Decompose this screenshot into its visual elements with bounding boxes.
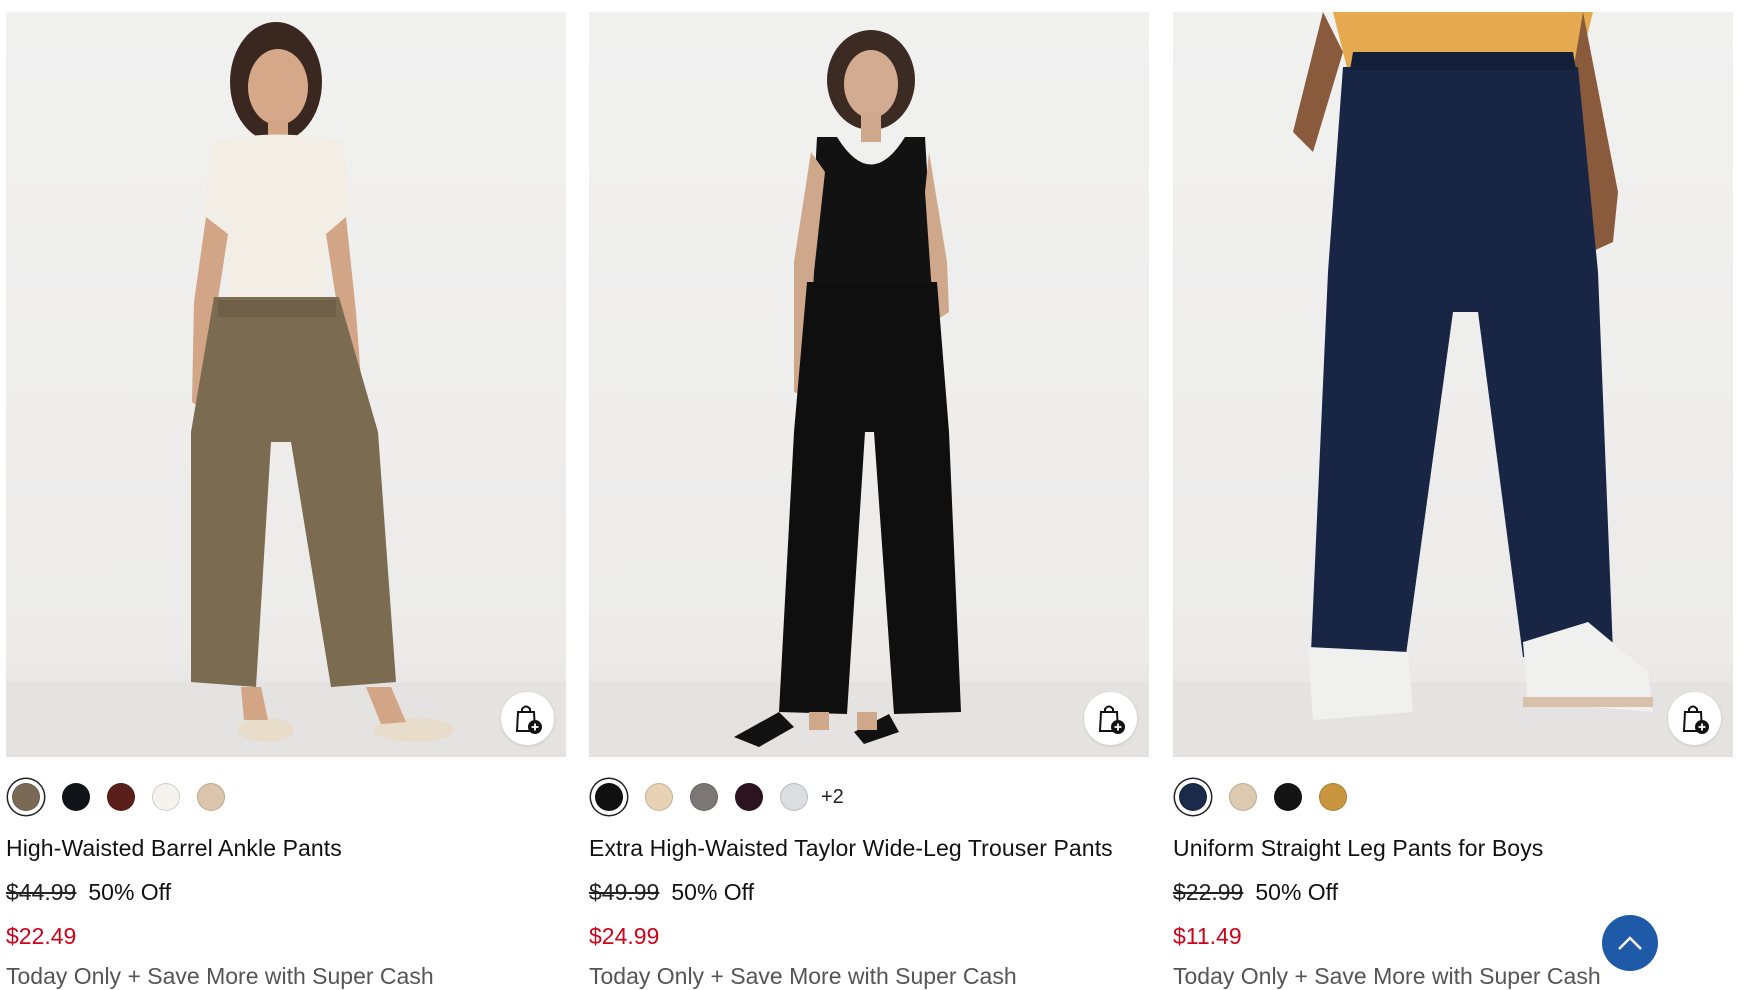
color-swatch[interactable] bbox=[1229, 783, 1257, 811]
color-swatches bbox=[1173, 777, 1733, 817]
chevron-up-icon bbox=[1618, 936, 1642, 950]
color-swatch[interactable] bbox=[62, 783, 90, 811]
original-price: $44.99 bbox=[6, 879, 77, 905]
add-to-bag-button[interactable] bbox=[1668, 692, 1721, 745]
color-swatches: +2 bbox=[589, 777, 1149, 817]
price-row: $44.99 50% Off bbox=[6, 879, 566, 906]
product-grid: High-Waisted Barrel Ankle Pants $44.99 5… bbox=[0, 0, 1742, 990]
product-name[interactable]: High-Waisted Barrel Ankle Pants bbox=[6, 835, 566, 862]
color-swatch[interactable] bbox=[690, 783, 718, 811]
product-name[interactable]: Extra High-Waisted Taylor Wide-Leg Trous… bbox=[589, 835, 1149, 862]
promo-text: Today Only + Save More with Super Cash bbox=[6, 963, 434, 989]
product-card[interactable]: +2 Extra High-Waisted Taylor Wide-Leg Tr… bbox=[589, 12, 1149, 990]
color-swatch[interactable] bbox=[1274, 783, 1302, 811]
model-figure bbox=[734, 30, 961, 747]
product-card[interactable]: High-Waisted Barrel Ankle Pants $44.99 5… bbox=[6, 12, 566, 990]
price-row: $22.99 50% Off bbox=[1173, 879, 1733, 906]
model-figure bbox=[1293, 12, 1653, 720]
color-swatches bbox=[6, 777, 566, 817]
original-price: $49.99 bbox=[589, 879, 660, 905]
discount-label: 50% Off bbox=[88, 879, 172, 905]
more-colors-count[interactable]: +2 bbox=[821, 786, 844, 809]
color-swatch[interactable] bbox=[1179, 783, 1207, 811]
color-swatch[interactable] bbox=[197, 783, 225, 811]
color-swatch[interactable] bbox=[645, 783, 673, 811]
back-to-top-button[interactable] bbox=[1602, 915, 1658, 971]
product-card[interactable]: Uniform Straight Leg Pants for Boys $22.… bbox=[1173, 12, 1733, 990]
product-name[interactable]: Uniform Straight Leg Pants for Boys bbox=[1173, 835, 1733, 862]
shopping-bag-plus-icon bbox=[1098, 705, 1125, 734]
sale-price: $22.49 bbox=[6, 923, 77, 949]
original-price: $22.99 bbox=[1173, 879, 1244, 905]
add-to-bag-button[interactable] bbox=[1084, 692, 1137, 745]
price-row: $49.99 50% Off bbox=[589, 879, 1149, 906]
add-to-bag-button[interactable] bbox=[501, 692, 554, 745]
color-swatch[interactable] bbox=[735, 783, 763, 811]
back-to-top bbox=[1602, 915, 1688, 971]
shopping-bag-plus-icon bbox=[515, 705, 542, 734]
model-figure bbox=[191, 22, 454, 742]
sale-price: $24.99 bbox=[589, 923, 660, 949]
discount-label: 50% Off bbox=[671, 879, 755, 905]
product-image[interactable] bbox=[1173, 12, 1733, 757]
color-swatch[interactable] bbox=[12, 783, 40, 811]
color-swatch[interactable] bbox=[152, 783, 180, 811]
color-swatch[interactable] bbox=[780, 783, 808, 811]
color-swatch[interactable] bbox=[1319, 783, 1347, 811]
color-swatch[interactable] bbox=[107, 783, 135, 811]
shopping-bag-plus-icon bbox=[1682, 705, 1709, 734]
product-image[interactable] bbox=[6, 12, 566, 757]
product-image[interactable] bbox=[589, 12, 1149, 757]
discount-label: 50% Off bbox=[1255, 879, 1339, 905]
color-swatch[interactable] bbox=[595, 783, 623, 811]
promo-text: Today Only + Save More with Super Cash bbox=[589, 963, 1017, 989]
